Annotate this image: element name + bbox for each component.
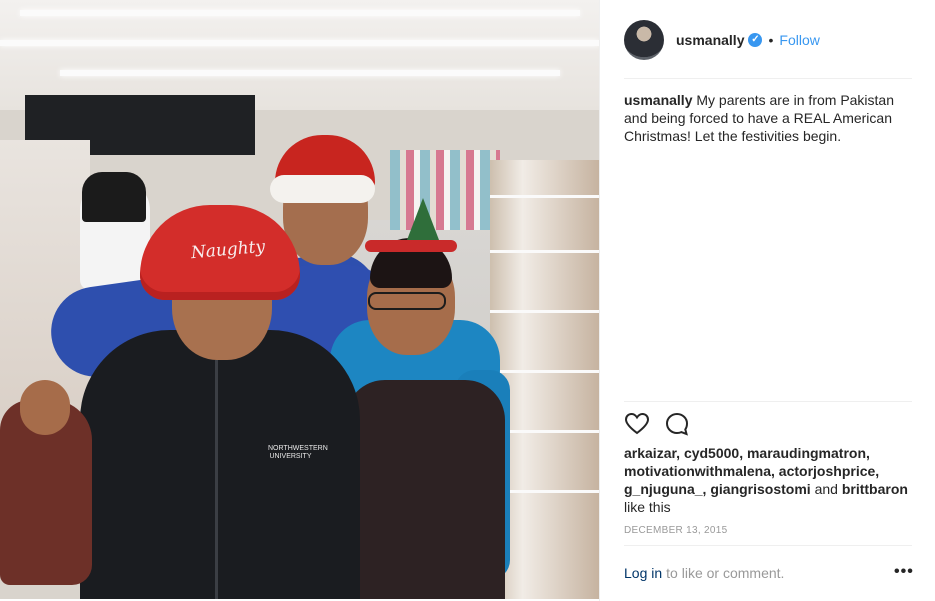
header-divider [624,78,912,79]
snowman-hat [82,172,146,222]
likes-text: arkaizar, cyd5000, maraudingmatron, moti… [624,444,912,516]
son-hand [20,380,70,435]
ceiling-light [60,70,560,76]
likes-and: and [814,481,838,497]
shelf-edge [490,370,599,373]
heart-icon[interactable] [624,411,650,437]
mother-glasses [368,292,446,310]
likes-suffix: like this [624,499,671,515]
tree-headband-icon [407,198,439,240]
jacket-zipper [215,360,218,599]
father-jacket [80,330,360,599]
comment-divider [624,545,912,546]
avatar[interactable] [624,20,664,60]
ceiling-light [20,10,580,16]
more-options-icon[interactable]: ••• [894,563,914,581]
mother-sweater [345,380,505,599]
comment-prompt: Log in to like or comment. [624,563,912,583]
follow-button[interactable]: Follow [779,32,819,48]
post-date[interactable]: DECEMBER 13, 2015 [624,525,727,536]
separator-dot: • [768,32,774,48]
action-bar [624,411,704,437]
post-photo[interactable]: NORTHWESTERN UNIVERSITY Naughty [0,0,599,599]
actions-divider [624,401,912,402]
post-header: usmanally ✓ • Follow [624,19,912,61]
caption-username[interactable]: usmanally [624,92,692,108]
login-link[interactable]: Log in [624,565,662,581]
post-caption: usmanally My parents are in from Pakista… [624,91,912,145]
header-username[interactable]: usmanally [676,32,744,48]
store-ceiling [0,0,599,110]
shelf-edge [490,250,599,253]
christmas-headband [365,240,457,252]
logo-line-1: NORTHWESTERN [268,445,328,452]
logo-line-2: UNIVERSITY [269,453,312,460]
shelf-edge [490,310,599,313]
verified-badge-icon: ✓ [748,33,763,47]
ceiling-light [0,40,599,46]
instagram-post: NORTHWESTERN UNIVERSITY Naughty usmanall… [0,0,935,601]
comment-icon[interactable] [664,411,690,437]
post-sidebar: usmanally ✓ • Follow usmanally My parent… [599,0,935,601]
shelf-edge [490,195,599,198]
santa-hat-band [270,175,375,203]
comment-prompt-text: to like or comment. [666,565,785,581]
northwestern-logo: NORTHWESTERN UNIVERSITY [268,445,328,475]
liker-last-name[interactable]: brittbaron [842,481,908,497]
